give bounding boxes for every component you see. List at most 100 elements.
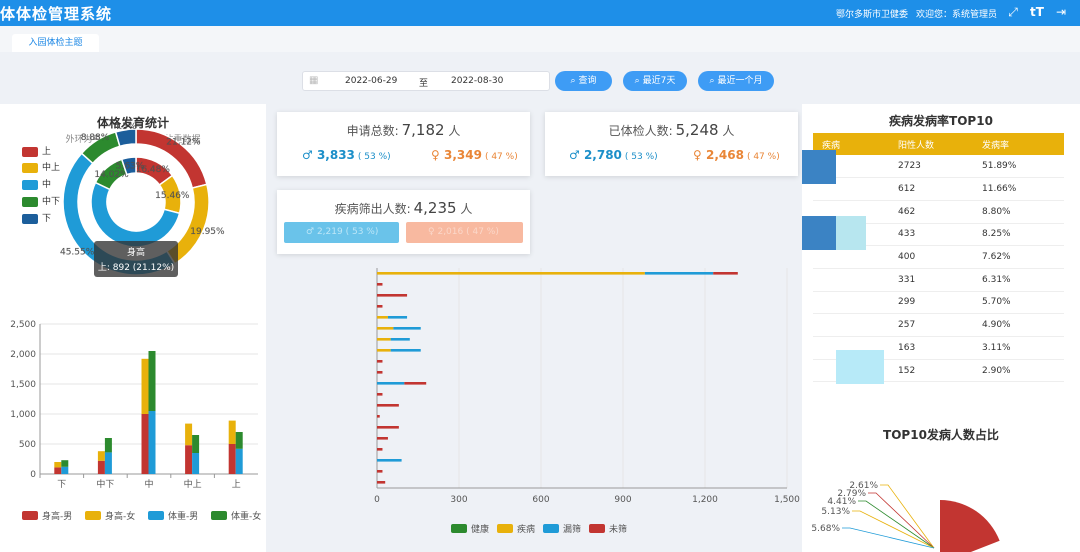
stack-bar-0-2[interactable] xyxy=(141,414,149,474)
hbar-13-1[interactable] xyxy=(377,338,391,341)
stack-bar-1-3[interactable] xyxy=(185,423,193,446)
hbar-19-1[interactable] xyxy=(377,272,645,275)
stack-bar-0-1[interactable] xyxy=(97,460,105,474)
hbar-1-3[interactable] xyxy=(377,470,383,473)
hbar-14-2[interactable] xyxy=(393,327,421,330)
table-row[interactable]: 299 5.70% xyxy=(813,291,1064,315)
stack-bar-2-2[interactable] xyxy=(148,411,156,474)
top10-pie-title: TOP10发病人数占比 xyxy=(883,428,999,442)
x-tick-label: 600 xyxy=(532,495,549,505)
stack-bar-3-3[interactable] xyxy=(192,435,200,453)
pie-slice-0[interactable] xyxy=(940,500,1000,552)
hbar-9-3[interactable] xyxy=(404,382,427,385)
female-icon: ♀ xyxy=(693,148,702,162)
x-tick-label: 300 xyxy=(450,495,467,505)
stack-bar-1-0[interactable] xyxy=(54,462,62,468)
stack-bar-0-0[interactable] xyxy=(54,467,62,474)
stack-bar-3-0[interactable] xyxy=(61,460,69,467)
legend-swatch xyxy=(589,524,605,533)
hbar-18-3[interactable] xyxy=(377,283,383,286)
hbar-2-2[interactable] xyxy=(377,459,402,462)
stack-bar-1-1[interactable] xyxy=(97,451,105,461)
hbar-9-2[interactable] xyxy=(377,382,405,385)
legend-swatch xyxy=(543,524,559,533)
disease-table: 疾病 阳性人数 发病率 2723 51.89% 612 11.66% 462 8.80% 4… xyxy=(813,133,1064,383)
date-separator: 至 xyxy=(419,79,429,89)
hbar-10-3[interactable] xyxy=(377,371,383,374)
table-row[interactable]: 612 11.66% xyxy=(813,177,1064,201)
hbar-5-3[interactable] xyxy=(377,426,399,429)
table-row[interactable]: 2723 51.89% xyxy=(813,155,1064,179)
tab-bar: 入园体检主题 xyxy=(0,26,1080,52)
stack-bar-0-4[interactable] xyxy=(228,444,236,474)
logout-icon[interactable]: ⇥ xyxy=(1054,5,1068,19)
table-row[interactable]: 257 4.90% xyxy=(813,313,1064,337)
org-name: 鄂尔多斯市卫健委 xyxy=(836,10,909,20)
x-tick-label: 0 xyxy=(374,495,380,505)
growth-bar-chart[interactable]: 0 500 1,000 1,500 2,000 2,500 下 中下 中 中上 上身高-男 身高-女 体… xyxy=(0,312,266,552)
last-7-days-button[interactable]: ⌕ 最近7天 xyxy=(623,71,687,91)
hbar-15-2[interactable] xyxy=(387,316,408,319)
stack-bar-0-3[interactable] xyxy=(185,445,193,474)
y-tick-label: 1,500 xyxy=(10,380,36,390)
stack-bar-3-1[interactable] xyxy=(104,438,112,453)
applied-card: 申请总数: 7,182 人 ♂ 3,833( 53 %) ♀ 3,349( 47 … xyxy=(277,112,530,176)
legend-label: 未筛 xyxy=(609,523,627,535)
stack-bar-1-4[interactable] xyxy=(228,420,236,444)
rate-cell: 3.11% xyxy=(973,336,1064,360)
hbar-16-3[interactable] xyxy=(377,305,383,308)
fullscreen-icon[interactable]: ⤢ xyxy=(1006,5,1020,19)
stack-bar-3-2[interactable] xyxy=(148,351,156,411)
hbar-19-3[interactable] xyxy=(713,272,738,275)
legend-swatch xyxy=(85,511,101,520)
x-tick-label: 1,200 xyxy=(692,495,718,505)
hbar-6-3[interactable] xyxy=(377,415,380,418)
start-date[interactable]: 2022-06-29 xyxy=(345,76,397,86)
legend-label: 漏筛 xyxy=(563,523,581,535)
hbar-14-1[interactable] xyxy=(377,327,394,330)
growth-donut-chart[interactable]: 21.12%19.95%45.55%8.88%4.5%16.48%15.46%1… xyxy=(0,104,266,309)
stack-bar-2-0[interactable] xyxy=(61,466,69,474)
hbar-15-1[interactable] xyxy=(377,316,388,319)
hbar-19-2[interactable] xyxy=(644,272,714,275)
stack-bar-2-1[interactable] xyxy=(104,452,112,474)
hbar-7-3[interactable] xyxy=(377,404,399,407)
legend-swatch xyxy=(451,524,467,533)
donut-label: 5.63% xyxy=(116,161,145,171)
hbar-11-3[interactable] xyxy=(377,360,383,363)
rate-cell: 11.66% xyxy=(973,177,1064,201)
examined-card: 已体检人数: 5,248 人 ♂ 2,780( 53 %) ♀ 2,468( 47… xyxy=(545,112,798,176)
end-date[interactable]: 2022-08-30 xyxy=(451,76,503,86)
x-tick-label: 下 xyxy=(57,480,66,490)
donut-label: 15.46% xyxy=(155,191,190,201)
rate-cell: 2.90% xyxy=(973,359,1064,383)
hbar-12-2[interactable] xyxy=(390,349,421,352)
date-range-picker[interactable]: ▦ 2022-06-29 至 2022-08-30 xyxy=(302,71,550,91)
hbar-4-3[interactable] xyxy=(377,437,388,440)
stack-bar-1-2[interactable] xyxy=(141,358,149,414)
legend-label: 体重-男 xyxy=(168,510,198,522)
hbar-17-3[interactable] xyxy=(377,294,408,297)
table-row[interactable]: 331 6.31% xyxy=(813,268,1064,292)
hbar-12-1[interactable] xyxy=(377,349,391,352)
top10-pie-chart[interactable]: 2.61%2.79%4.41%5.13%5.68% xyxy=(802,470,1080,552)
query-button[interactable]: ⌕ 查询 xyxy=(555,71,612,91)
rate-cell: 5.70% xyxy=(973,291,1064,315)
hbar-8-3[interactable] xyxy=(377,393,383,396)
font-size-icon[interactable]: tT xyxy=(1030,5,1044,19)
last-month-button[interactable]: ⌕ 最近一个月 xyxy=(698,71,774,91)
positive-count-cell: 612 xyxy=(889,177,973,201)
stack-bar-3-4[interactable] xyxy=(235,432,243,449)
hbar-3-3[interactable] xyxy=(377,448,383,451)
search-icon: ⌕ xyxy=(570,76,576,86)
pie-leader-line xyxy=(858,500,935,549)
tab-admission-exam[interactable]: 入园体检主题 xyxy=(12,34,99,52)
examined-male: ♂ 2,780( 53 %) xyxy=(569,148,658,162)
disease-status-bar-chart[interactable]: 0 300 600 900 1,200 1,500 健康 疾病 漏筛 未筛 xyxy=(285,262,805,552)
stack-bar-2-3[interactable] xyxy=(192,453,200,474)
hbar-13-2[interactable] xyxy=(390,338,410,341)
blurred-name-block xyxy=(802,150,836,184)
stack-bar-2-4[interactable] xyxy=(235,448,243,474)
hbar-0-3[interactable] xyxy=(377,481,386,484)
legend-label: 健康 xyxy=(471,523,489,535)
